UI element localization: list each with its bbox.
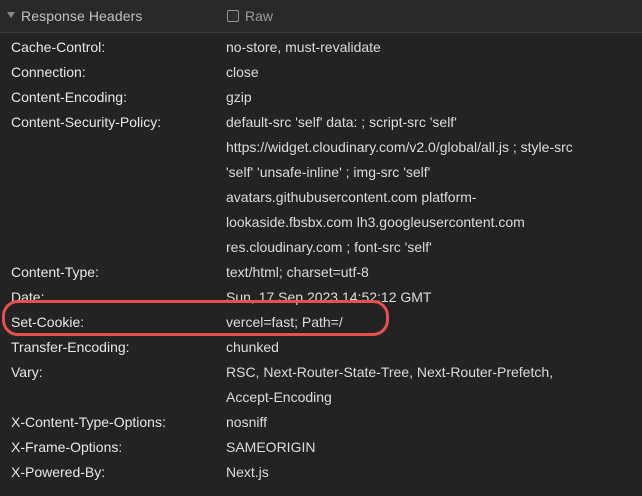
- header-value: gzip: [226, 85, 626, 110]
- header-value: default-src 'self' data: ; script-src 's…: [226, 110, 626, 260]
- header-name: X-Powered-By:: [11, 464, 106, 480]
- header-value-line: RSC, Next-Router-State-Tree, Next-Router…: [226, 364, 554, 380]
- header-name: Cache-Control:: [11, 39, 106, 55]
- headers-list: Cache-Control: no-store, must-revalidate C…: [0, 35, 642, 485]
- header-value-line: https://widget.cloudinary.com/v2.0/globa…: [226, 139, 573, 155]
- header-row[interactable]: Transfer-Encoding: chunked: [0, 335, 642, 360]
- header-name: Content-Type:: [11, 264, 99, 280]
- disclosure-triangle-icon[interactable]: [7, 12, 15, 18]
- header-value-line: vercel=fast; Path=/: [226, 314, 343, 330]
- header-value-line: text/html; charset=utf-8: [226, 264, 369, 280]
- header-row[interactable]: Content-Security-Policy: default-src 'sel…: [0, 110, 642, 260]
- header-value: SAMEORIGIN: [226, 435, 626, 460]
- header-row[interactable]: X-Content-Type-Options: nosniff: [0, 410, 642, 435]
- header-name: Vary:: [11, 364, 43, 380]
- header-value: text/html; charset=utf-8: [226, 260, 626, 285]
- header-value: close: [226, 60, 626, 85]
- raw-checkbox[interactable]: [227, 10, 239, 22]
- header-value-line: chunked: [226, 339, 279, 355]
- header-value-line: lookaside.fbsbx.com lh3.googleuserconten…: [226, 214, 525, 230]
- header-value: Next.js: [226, 460, 626, 485]
- header-value: nosniff: [226, 410, 626, 435]
- header-row[interactable]: Connection: close: [0, 60, 642, 85]
- header-name: Transfer-Encoding:: [11, 339, 130, 355]
- header-row[interactable]: Set-Cookie: vercel=fast; Path=/: [0, 310, 642, 335]
- header-value-line: default-src 'self' data: ; script-src 's…: [226, 114, 457, 130]
- header-name: Content-Security-Policy:: [11, 114, 162, 130]
- header-name: Date:: [11, 289, 45, 305]
- header-value: Sun, 17 Sep 2023 14:52:12 GMT: [226, 285, 626, 310]
- header-value: vercel=fast; Path=/: [226, 310, 626, 335]
- header-row[interactable]: X-Powered-By: Next.js: [0, 460, 642, 485]
- response-headers-section-header[interactable]: Response Headers Raw: [0, 0, 642, 33]
- header-name: Set-Cookie:: [11, 314, 85, 330]
- header-row[interactable]: X-Frame-Options: SAMEORIGIN: [0, 435, 642, 460]
- raw-checkbox-label[interactable]: Raw: [245, 8, 273, 24]
- header-row[interactable]: Content-Type: text/html; charset=utf-8: [0, 260, 642, 285]
- header-value-line: no-store, must-revalidate: [226, 39, 381, 55]
- section-title: Response Headers: [21, 8, 143, 24]
- header-row[interactable]: Content-Encoding: gzip: [0, 85, 642, 110]
- header-row[interactable]: Cache-Control: no-store, must-revalidate: [0, 35, 642, 60]
- header-name: Connection:: [11, 64, 86, 80]
- header-value-line: SAMEORIGIN: [226, 439, 316, 455]
- header-value-line: Accept-Encoding: [226, 389, 332, 405]
- header-value: RSC, Next-Router-State-Tree, Next-Router…: [226, 360, 626, 410]
- header-name: X-Frame-Options:: [11, 439, 123, 455]
- header-name: X-Content-Type-Options:: [11, 414, 166, 430]
- response-headers-panel: Response Headers Raw Cache-Control: no-st…: [0, 0, 642, 496]
- header-value-line: 'self' 'unsafe-inline' ; img-src 'self': [226, 164, 431, 180]
- header-value-line: avatars.githubusercontent.com platform-: [226, 189, 477, 205]
- header-value-line: Next.js: [226, 464, 269, 480]
- header-value-line: res.cloudinary.com ; font-src 'self': [226, 239, 432, 255]
- header-value-line: gzip: [226, 89, 252, 105]
- header-value: no-store, must-revalidate: [226, 35, 626, 60]
- header-name: Content-Encoding:: [11, 89, 127, 105]
- header-row[interactable]: Date: Sun, 17 Sep 2023 14:52:12 GMT: [0, 285, 642, 310]
- header-value: chunked: [226, 335, 626, 360]
- header-value-line: nosniff: [226, 414, 267, 430]
- header-row[interactable]: Vary: RSC, Next-Router-State-Tree, Next-R…: [0, 360, 642, 410]
- header-value-line: Sun, 17 Sep 2023 14:52:12 GMT: [226, 289, 432, 305]
- header-value-line: close: [226, 64, 259, 80]
